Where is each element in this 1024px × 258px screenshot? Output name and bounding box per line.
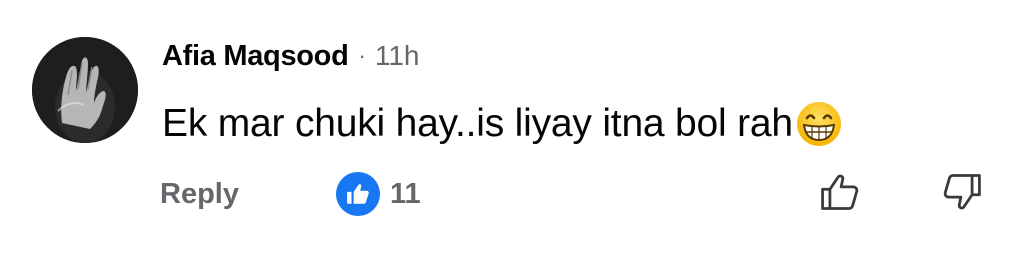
author-name[interactable]: Afia Maqsood — [162, 40, 349, 73]
comment-body: Ek mar chuki hay..is liyay itna bol rah — [162, 96, 844, 152]
comment: Afia Maqsood · 11h Ek mar chuki hay..is … — [0, 0, 1024, 258]
avatar-image — [32, 37, 138, 143]
grinning-face-emoji — [794, 99, 844, 149]
reply-button[interactable]: Reply — [160, 172, 239, 216]
thumbs-up-outline-icon — [821, 174, 859, 210]
reaction-summary[interactable]: 11 — [336, 172, 421, 216]
thumbs-down-outline-icon — [943, 174, 981, 210]
dislike-button[interactable] — [938, 168, 986, 216]
thumbs-up-icon — [336, 172, 380, 216]
comment-text: Ek mar chuki hay..is liyay itna bol rah — [162, 102, 793, 145]
reaction-count: 11 — [390, 177, 421, 210]
like-button[interactable] — [816, 168, 864, 216]
timestamp[interactable]: 11h — [375, 40, 420, 72]
comment-meta: Afia Maqsood · 11h — [162, 36, 419, 76]
avatar[interactable] — [32, 37, 138, 143]
meta-separator: · — [358, 43, 366, 68]
